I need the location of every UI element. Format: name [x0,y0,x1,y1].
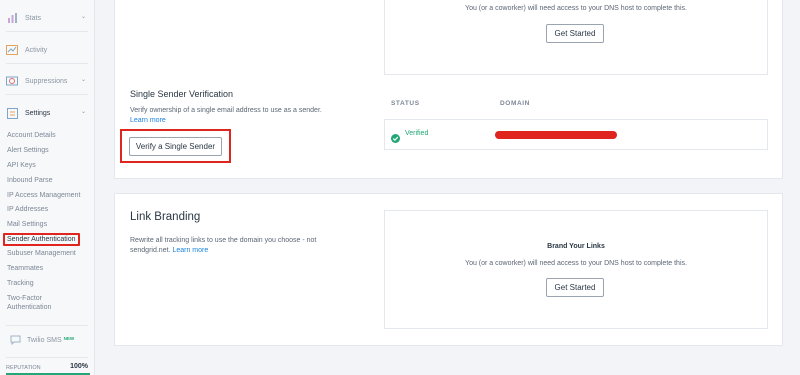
learn-more-link[interactable]: Learn more [130,117,166,124]
sidebar-item-label: Activity [25,46,48,54]
sidebar-subitem-tracking[interactable]: Tracking [7,280,34,287]
single-sender-description-text: Verify ownership of a single email addre… [130,107,322,114]
sidebar-subitem-sender-authentication[interactable]: Sender Authentication [3,233,80,246]
sidebar-subitem-teammates[interactable]: Teammates [7,265,43,272]
get-started-button[interactable]: Get Started [546,278,604,297]
sidebar-item-suppressions[interactable]: Suppressions ⌄ [6,70,90,92]
sidebar-item-label: Settings [25,109,51,117]
link-branding-title: Link Branding [130,211,201,223]
reputation-meter: REPUTATION 100% [6,363,90,375]
check-circle-icon [391,130,400,148]
reputation-label: REPUTATION [6,365,41,371]
sidebar: Stats ⌄ Activity Suppressions ⌄ Settings… [0,0,95,375]
brand-links-title: Brand Your Links [547,243,605,250]
reputation-value: 100% [70,363,88,370]
chat-icon [10,335,21,345]
divider [6,63,88,64]
single-sender-title: Single Sender Verification [130,89,234,99]
sidebar-subitem-ip-addresses[interactable]: IP Addresses [7,206,48,213]
domain-column-header: DOMAIN [500,100,530,107]
sidebar-subitem-account-details[interactable]: Account Details [7,132,56,139]
divider [6,357,88,358]
sidebar-item-stats[interactable]: Stats ⌄ [6,7,90,29]
sidebar-subitem-mail-settings[interactable]: Mail Settings [7,221,47,228]
link-branding-description: Rewrite all tracking links to use the do… [130,236,345,256]
chevron-down-icon: ⌄ [80,109,86,115]
sidebar-subitem-subuser-management[interactable]: Subuser Management [7,250,76,257]
dns-access-text: You (or a coworker) will need access to … [465,5,687,12]
divider [6,94,88,95]
sidebar-item-settings[interactable]: Settings ⌄ [6,102,90,124]
divider [6,325,88,326]
activity-icon [6,45,18,56]
sidebar-subitem-two-factor-line2[interactable]: Authentication [7,304,51,311]
new-badge: NEW [63,335,75,341]
redacted-domain [495,131,617,139]
dns-access-text: You (or a coworker) will need access to … [465,260,687,267]
sidebar-subitem-ip-access-management[interactable]: IP Access Management [7,192,80,199]
sidebar-item-label: Suppressions [25,77,68,85]
status-column-header: STATUS [391,100,420,107]
bar-chart-icon [6,13,18,24]
brand-links-box: Brand Your Links You (or a coworker) wil… [384,210,768,329]
suppressions-icon [6,76,18,87]
sender-table-row: Verified [384,119,768,150]
learn-more-link[interactable]: Learn more [172,247,208,254]
sidebar-item-label: Twilio SMS [27,336,62,344]
link-branding-description-text: Rewrite all tracking links to use the do… [130,237,317,254]
sidebar-item-activity[interactable]: Activity [6,39,90,61]
chevron-down-icon: ⌄ [80,14,86,20]
gear-icon [6,107,18,119]
sidebar-subitem-inbound-parse[interactable]: Inbound Parse [7,177,53,184]
single-sender-description: Verify ownership of a single email addre… [130,106,370,126]
sidebar-subitem-alert-settings[interactable]: Alert Settings [7,147,49,154]
chevron-down-icon: ⌄ [80,77,86,83]
get-started-button[interactable]: Get Started [546,24,604,43]
sidebar-item-twilio-sms[interactable]: Twilio SMS NEW [10,335,74,345]
sidebar-subitem-api-keys[interactable]: API Keys [7,162,36,169]
sidebar-subitem-two-factor[interactable]: Two-Factor [7,295,42,302]
sidebar-item-label: Stats [25,14,41,22]
divider [6,31,88,32]
verify-single-sender-button[interactable]: Verify a Single Sender [129,137,222,156]
domain-auth-box: You (or a coworker) will need access to … [384,0,768,75]
verified-status: Verified [405,130,429,137]
